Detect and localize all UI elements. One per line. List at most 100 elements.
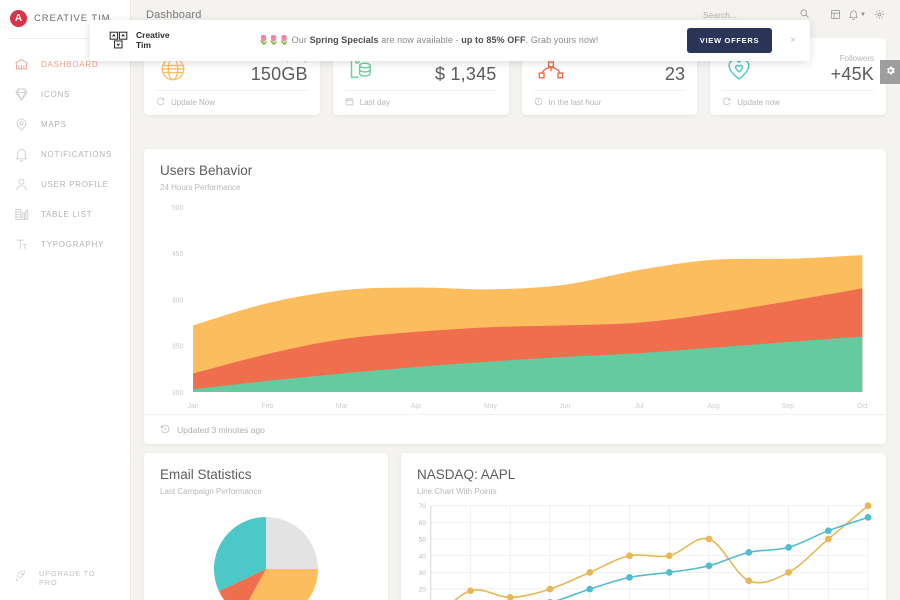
promo-banner: Creative Tim 🌷🌷🌷 Our Spring Specials are … — [90, 20, 810, 61]
bell-icon — [14, 147, 29, 162]
notifications-bell-icon[interactable]: ▼ — [846, 4, 868, 26]
svg-text:500: 500 — [172, 205, 184, 212]
tulip-icon: 🌷🌷🌷 — [258, 35, 290, 45]
refresh-icon — [722, 97, 731, 108]
gear-icon — [885, 63, 896, 81]
card-footer-label: Updated 3 minutes ago — [177, 424, 265, 435]
sidebar-item-table-list[interactable]: TABLE LIST — [0, 199, 130, 229]
pie-chart[interactable] — [144, 515, 388, 600]
sidebar-item-label: ICONS — [41, 89, 71, 99]
bottom-row: Email Statistics Last Campaign Performan… — [144, 453, 886, 600]
banner-brand[interactable]: Creative Tim — [90, 30, 170, 51]
stat-value: 23 — [664, 63, 686, 84]
sidebar-item-typography[interactable]: TYPOGRAPHY — [0, 229, 130, 259]
card-title: NASDAQ: AAPL — [417, 467, 516, 482]
banner-text-1: Our — [291, 35, 310, 45]
chevron-down-icon: ▼ — [860, 11, 866, 18]
sidebar-item-icons[interactable]: ICONS — [0, 79, 130, 109]
icons-icon — [14, 87, 29, 102]
svg-text:Jan: Jan — [188, 403, 199, 410]
stat-footer-label: In the last hour — [548, 98, 602, 107]
svg-text:Feb: Feb — [262, 403, 274, 410]
card-footer: Updated 3 minutes ago — [144, 414, 886, 444]
stat-value: $ 1,345 — [435, 63, 497, 84]
stat-value: 150GB — [250, 63, 308, 84]
svg-text:30: 30 — [419, 570, 427, 577]
gear-icon[interactable] — [868, 4, 890, 26]
brand-logo-icon: A — [10, 10, 27, 27]
sidebar-item-user-profile[interactable]: USER PROFILE — [0, 169, 130, 199]
rocket-icon — [14, 569, 28, 588]
map-pin-icon — [14, 117, 29, 132]
svg-text:20: 20 — [419, 587, 427, 594]
banner-text-3: . Grab yours now! — [525, 35, 599, 45]
clock-icon — [534, 97, 543, 108]
search-input[interactable] — [703, 9, 781, 20]
area-chart[interactable]: 300 350 400 450 500 Jan Feb Mar Apr May Jun Jul Aug S… — [152, 199, 876, 414]
user-icon — [14, 177, 29, 192]
page-title: Dashboard — [146, 8, 202, 21]
svg-text:300: 300 — [172, 390, 184, 397]
stat-value: +45K — [830, 63, 874, 84]
svg-text:40: 40 — [419, 553, 427, 560]
card-subtitle: Line Chart With Points — [417, 487, 497, 496]
svg-text:May: May — [484, 403, 497, 410]
stat-footer-label: Update Now — [171, 98, 216, 107]
card-header: Users Behavior 24 Hours Performance — [144, 149, 886, 192]
nasdaq-card: NASDAQ: AAPL Line Chart With Points 0102… — [401, 453, 886, 600]
sidebar-item-label: TYPOGRAPHY — [41, 239, 105, 249]
sidebar: A CREATIVE TIM DASHBOARD ICONS MAPS NOTI… — [0, 0, 130, 600]
banner-text-2: are now available - — [378, 35, 462, 45]
grid-icon[interactable] — [824, 4, 846, 26]
svg-text:Oct: Oct — [857, 403, 868, 410]
sidebar-nav: DASHBOARD ICONS MAPS NOTIFICATIONS USER … — [0, 49, 130, 259]
svg-text:Jul: Jul — [635, 403, 644, 410]
card-subtitle: Last Campaign Performance — [160, 487, 262, 496]
app-root: A CREATIVE TIM DASHBOARD ICONS MAPS NOTI… — [0, 0, 900, 600]
card-title: Email Statistics — [160, 467, 252, 482]
upgrade-to-pro-label: UPGRADE TO PRO — [39, 569, 96, 587]
svg-text:Sep: Sep — [782, 403, 794, 410]
stat-footer[interactable]: Update now — [710, 91, 886, 108]
sidebar-item-label: MAPS — [41, 119, 67, 129]
stat-texts: Followers +45K — [831, 54, 874, 85]
banner-brand-line2: Tim — [136, 39, 151, 50]
upgrade-to-pro-button[interactable]: UPGRADE TO PRO — [0, 564, 130, 592]
calendar-icon — [345, 97, 354, 108]
stat-footer-label: Last day — [359, 98, 390, 107]
svg-text:350: 350 — [172, 344, 184, 351]
card-title: Users Behavior — [160, 163, 253, 178]
svg-text:450: 450 — [172, 251, 184, 258]
email-statistics-card: Email Statistics Last Campaign Performan… — [144, 453, 388, 600]
svg-text:50: 50 — [419, 537, 427, 544]
sidebar-item-label: TABLE LIST — [41, 209, 93, 219]
settings-fab-button[interactable] — [880, 60, 900, 84]
main-content: Capacity 150GB Update Now — [130, 29, 900, 600]
sidebar-item-maps[interactable]: MAPS — [0, 109, 130, 139]
refresh-icon — [156, 97, 165, 108]
sidebar-item-label: NOTIFICATIONS — [41, 149, 112, 159]
svg-text:400: 400 — [172, 297, 184, 304]
svg-text:Mar: Mar — [336, 403, 348, 410]
view-offers-button[interactable]: VIEW OFFERS — [686, 28, 773, 53]
stat-footer[interactable]: Update Now — [144, 91, 320, 108]
svg-text:60: 60 — [419, 520, 427, 527]
typography-icon — [14, 237, 29, 252]
svg-text:Jun: Jun — [559, 403, 570, 410]
banner-bold-2: up to 85% OFF — [461, 35, 526, 45]
stat-footer[interactable]: Last day — [333, 91, 509, 108]
sidebar-item-notifications[interactable]: NOTIFICATIONS — [0, 139, 130, 169]
svg-text:70: 70 — [419, 503, 427, 510]
card-subtitle: 24 Hours Performance — [160, 183, 241, 192]
stat-footer[interactable]: In the last hour — [522, 91, 698, 108]
stat-label: Followers — [839, 53, 874, 63]
card-header: NASDAQ: AAPL Line Chart With Points — [401, 453, 886, 496]
banner-brand-name: Creative Tim — [136, 30, 170, 50]
creative-tim-logo-icon — [108, 30, 129, 51]
close-icon[interactable]: × — [790, 35, 810, 46]
card-header: Email Statistics Last Campaign Performan… — [144, 453, 388, 496]
svg-text:Aug: Aug — [708, 403, 720, 410]
line-chart[interactable]: 010203040506070JanFebMarAprMayJunJulAugS… — [407, 499, 876, 600]
banner-message: 🌷🌷🌷 Our Spring Specials are now available… — [170, 35, 687, 46]
sidebar-item-label: DASHBOARD — [41, 59, 99, 69]
